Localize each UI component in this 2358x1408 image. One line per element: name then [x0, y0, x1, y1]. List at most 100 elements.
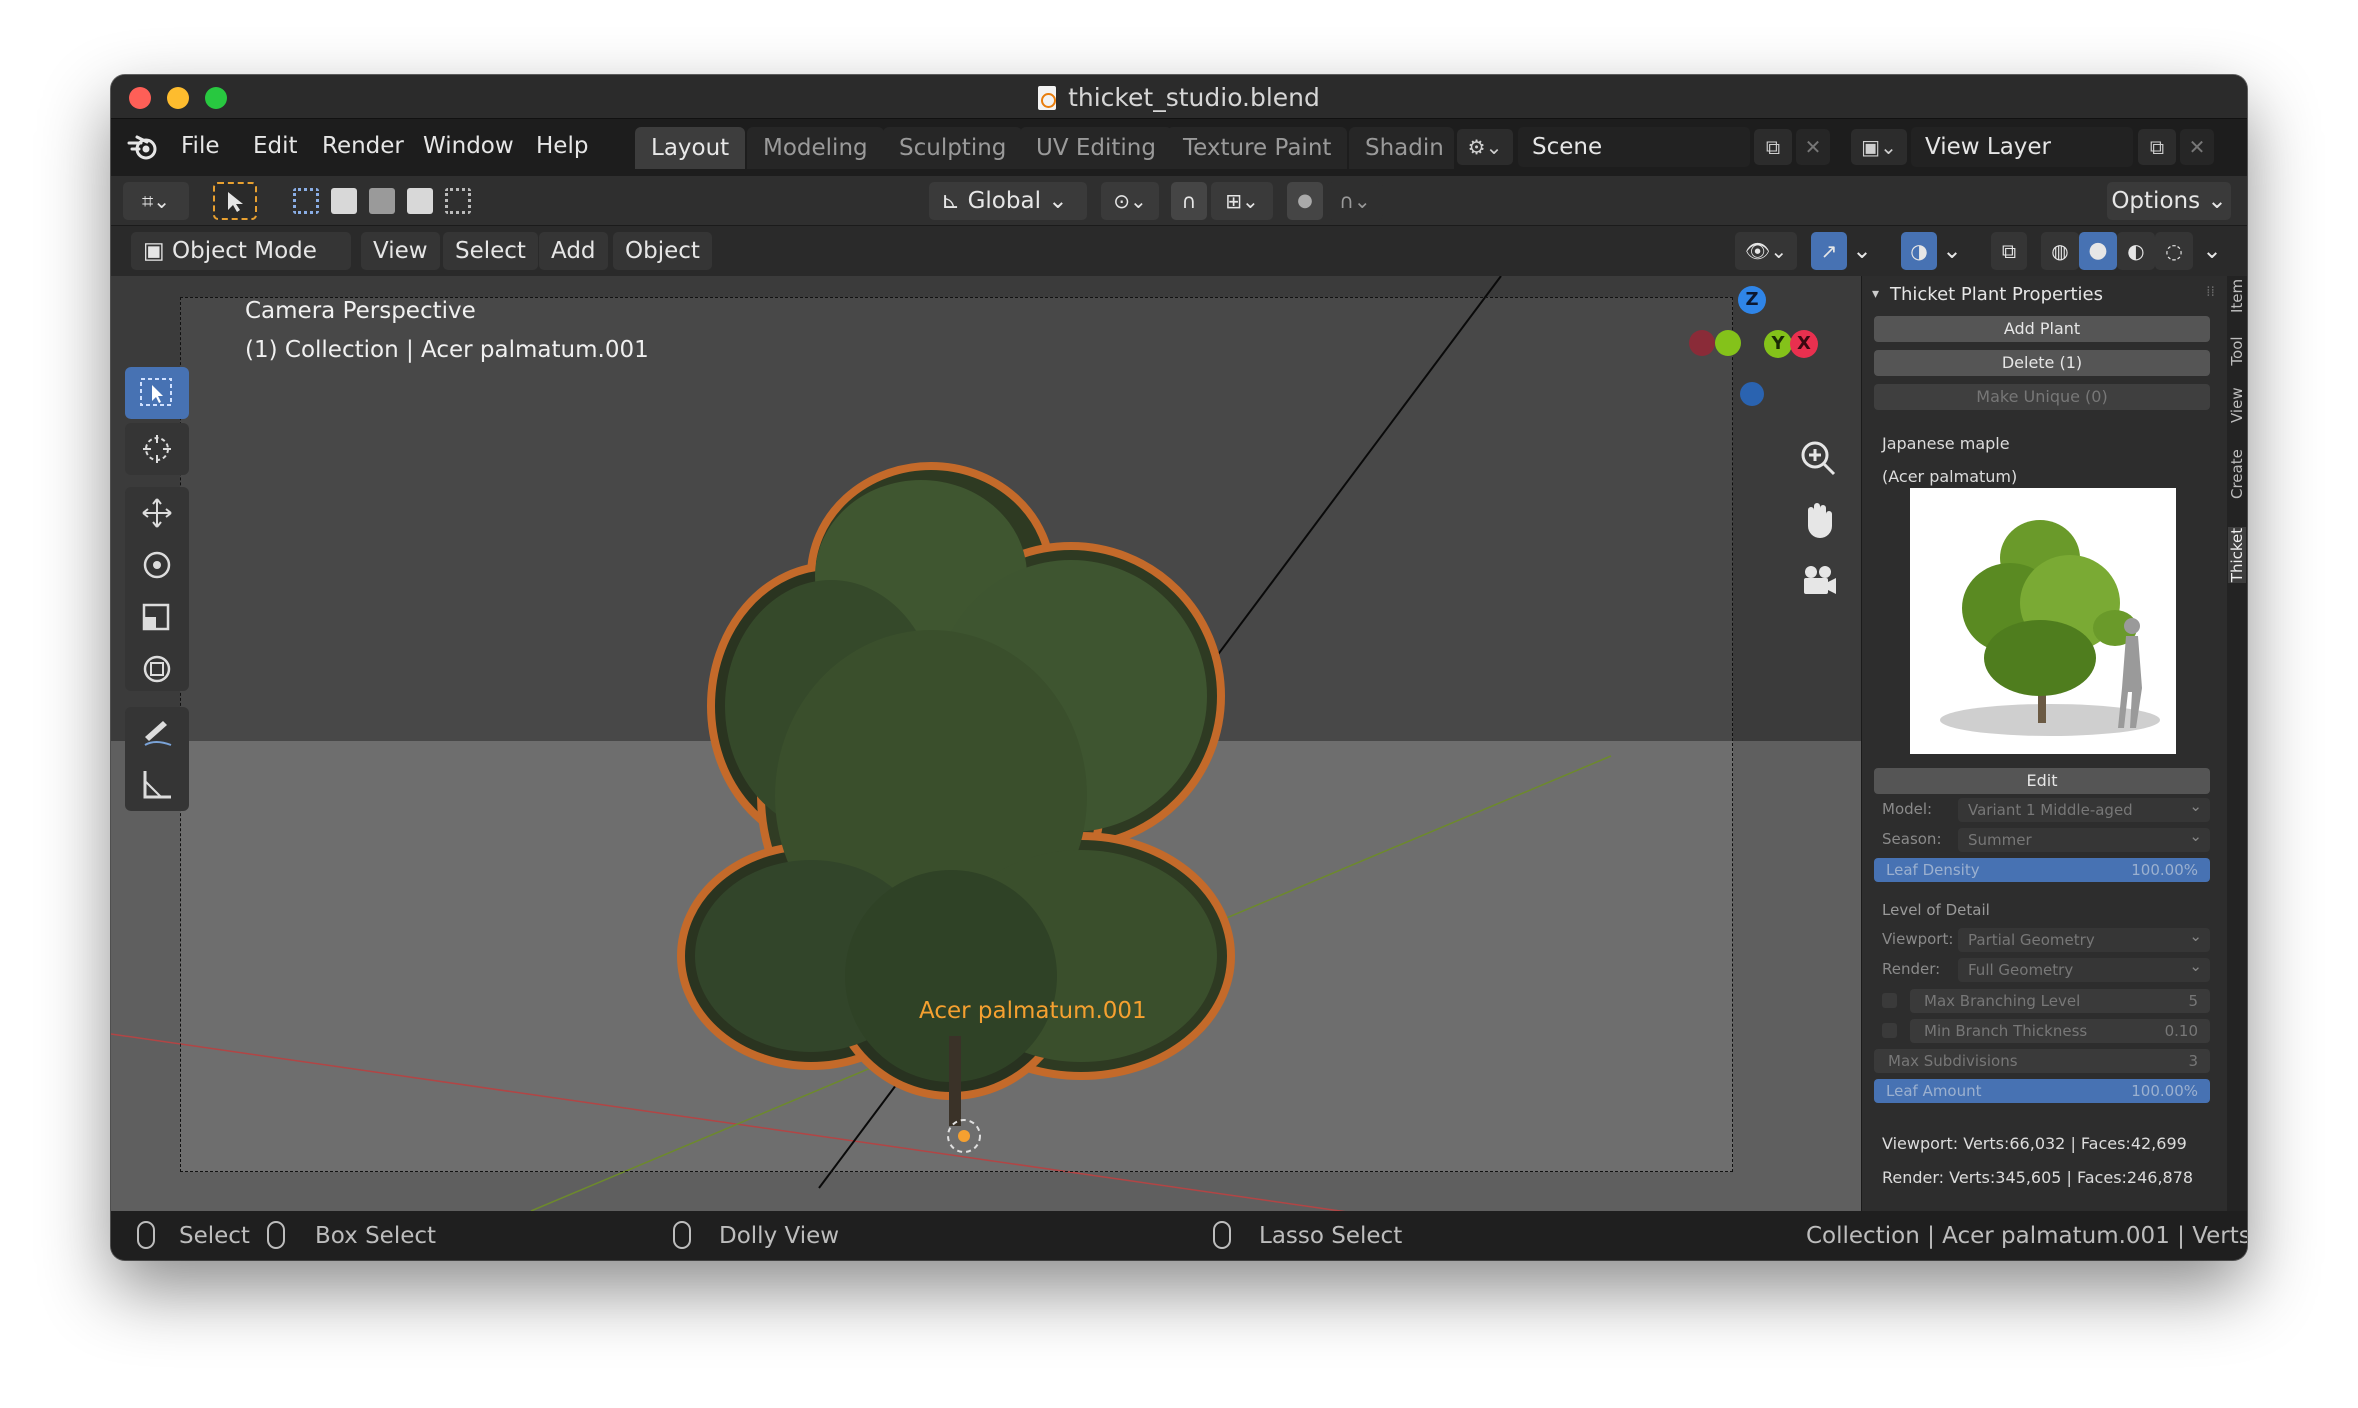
menu-render[interactable]: Render [322, 133, 404, 159]
lod-render-dropdown[interactable]: Full Geometry [1958, 954, 2210, 982]
select-cursor-icon [140, 378, 172, 406]
model-dropdown[interactable]: Variant 1 Middle-aged [1958, 794, 2210, 822]
view-layer-browse-button[interactable]: ▣⌄ [1851, 129, 1907, 165]
tab-modeling[interactable]: Modeling [747, 127, 884, 169]
3d-viewport[interactable]: Camera Perspective (1) Collection | Acer… [111, 276, 1861, 1211]
shading-rendered-button[interactable]: ◌ [2155, 232, 2193, 270]
tab-layout[interactable]: Layout [635, 127, 746, 169]
sidebar-panel: ▾ Thicket Plant Properties ⁞⁞ Add Plant … [1861, 276, 2227, 1211]
tab-shading[interactable]: Shadin [1349, 127, 1454, 169]
zoom-icon[interactable] [1796, 436, 1840, 480]
pivot-point-dropdown[interactable]: ⊙⌄ [1101, 182, 1159, 220]
transform-orientation-dropdown[interactable]: ⊾ Global ⌄ [929, 182, 1087, 220]
gizmo-neg-z-axis[interactable] [1740, 382, 1764, 406]
gizmo-toggle[interactable]: ↗ [1811, 232, 1847, 270]
gizmo-z-axis[interactable]: Z [1738, 286, 1766, 314]
viewport-stats: Viewport: Verts:66,032 | Faces:42,699 [1882, 1134, 2187, 1153]
select-invert-icon[interactable] [407, 188, 433, 214]
snap-target-dropdown[interactable]: ⊞⌄ [1211, 182, 1273, 220]
snap-toggle[interactable]: ∩ [1171, 182, 1207, 220]
blender-logo-icon[interactable] [127, 133, 159, 161]
select-box-tool[interactable] [125, 367, 189, 419]
min-branch-field[interactable]: Min Branch Thickness 0.10 [1910, 1019, 2210, 1043]
sidebar-tab-thicket[interactable]: Thicket [2228, 527, 2246, 583]
proportional-edit-toggle[interactable]: ● [1287, 182, 1323, 220]
shading-dropdown[interactable]: ⌄ [2195, 232, 2229, 270]
lod-render-label: Render: [1882, 960, 1941, 978]
camera-view-icon[interactable] [1796, 560, 1840, 604]
select-subtract-icon[interactable] [369, 188, 395, 214]
max-branching-field[interactable]: Max Branching Level 5 [1910, 989, 2210, 1013]
edit-plant-button[interactable]: Edit [1874, 768, 2210, 794]
annotate-tool[interactable] [125, 707, 189, 759]
max-subdivisions-field[interactable]: Max Subdivisions 3 [1874, 1049, 2210, 1073]
transform-tool[interactable] [125, 643, 189, 695]
options-dropdown[interactable]: Options ⌄ [2107, 182, 2231, 220]
new-view-layer-button[interactable]: ⧉ [2138, 129, 2176, 165]
sidebar-tab-item[interactable]: Item [2228, 279, 2246, 313]
status-box-select: Box Select [315, 1223, 437, 1249]
gizmo-neg-x-axis[interactable] [1689, 330, 1715, 356]
add-plant-button[interactable]: Add Plant [1874, 316, 2210, 342]
sidebar-tab-view[interactable]: View [2228, 387, 2246, 423]
shading-solid-button[interactable]: ● [2079, 232, 2117, 270]
viewport-menu-object[interactable]: Object [613, 232, 712, 270]
menu-edit[interactable]: Edit [253, 133, 298, 159]
view-layer-name-field[interactable]: View Layer [1911, 127, 2133, 167]
menu-help[interactable]: Help [536, 133, 588, 159]
active-tool-button[interactable] [213, 182, 257, 220]
select-intersect-icon[interactable] [445, 188, 471, 214]
scene-name-field[interactable]: Scene [1518, 127, 1750, 167]
move-tool[interactable] [125, 487, 189, 539]
drag-handle-icon[interactable]: ⁞⁞ [2206, 284, 2215, 300]
select-new-icon[interactable] [293, 188, 319, 214]
sidebar-tab-create[interactable]: Create [2228, 449, 2246, 499]
pivot-icon: ⊙⌄ [1113, 189, 1147, 213]
delete-plant-button[interactable]: Delete (1) [1874, 350, 2210, 376]
leaf-amount-slider[interactable]: Leaf Amount 100.00% [1874, 1079, 2210, 1103]
scale-tool[interactable] [125, 591, 189, 643]
viewport-menu-add[interactable]: Add [539, 232, 608, 270]
season-dropdown[interactable]: Summer [1958, 824, 2210, 852]
min-branch-checkbox[interactable] [1882, 1023, 1897, 1038]
shading-wireframe-button[interactable]: ◍ [2041, 232, 2079, 270]
overlays-toggle[interactable]: ◑ [1901, 232, 1937, 270]
select-extend-icon[interactable] [331, 188, 357, 214]
collapse-panel-icon[interactable]: ▾ [1872, 286, 1879, 302]
xray-toggle[interactable]: ⧉ [1991, 232, 2027, 270]
make-unique-button[interactable]: Make Unique (0) [1874, 384, 2210, 410]
new-scene-button[interactable]: ⧉ [1754, 129, 1792, 165]
magnet-icon: ∩ [1181, 189, 1197, 213]
viewport-menu-select[interactable]: Select [443, 232, 538, 270]
scene-browse-button[interactable]: ⚙⌄ [1457, 129, 1513, 165]
delete-scene-button[interactable]: ✕ [1796, 129, 1830, 165]
tab-sculpting[interactable]: Sculpting [883, 127, 1023, 169]
visibility-dropdown[interactable]: 👁⌄ [1735, 232, 1797, 270]
sidebar-tab-tool[interactable]: Tool [2228, 335, 2246, 367]
menu-file[interactable]: File [181, 133, 220, 159]
lod-viewport-dropdown[interactable]: Partial Geometry [1958, 924, 2210, 952]
leaf-density-slider[interactable]: Leaf Density 100.00% [1874, 858, 2210, 882]
pan-hand-icon[interactable] [1796, 498, 1840, 542]
delete-view-layer-button[interactable]: ✕ [2180, 129, 2214, 165]
gizmo-neg-y-axis[interactable] [1715, 330, 1741, 356]
shading-material-button[interactable]: ◐ [2117, 232, 2155, 270]
editor-type-button[interactable]: ⌗⌄ [123, 182, 189, 220]
menu-window[interactable]: Window [423, 133, 514, 159]
max-branching-checkbox[interactable] [1882, 993, 1897, 1008]
measure-tool[interactable] [125, 759, 189, 811]
chevron-down-icon: ⌄ [1942, 238, 1962, 264]
viewport-menu-view[interactable]: View [361, 232, 440, 270]
gizmo-x-axis[interactable]: X [1790, 330, 1818, 358]
cursor-tool[interactable] [125, 423, 189, 475]
object-mode-dropdown[interactable]: ▣ Object Mode ⌄ [131, 232, 351, 302]
gizmo-dropdown[interactable]: ⌄ [1849, 232, 1875, 270]
proportional-falloff-dropdown[interactable]: ∩⌄ [1327, 182, 1383, 220]
mouse-left-icon [137, 1221, 155, 1249]
tab-uv-editing[interactable]: UV Editing [1020, 127, 1172, 169]
viewport-overlay-collection: (1) Collection | Acer palmatum.001 [245, 337, 649, 363]
gizmo-y-axis[interactable]: Y [1764, 330, 1792, 358]
tab-texture-paint[interactable]: Texture Paint [1167, 127, 1348, 169]
overlays-dropdown[interactable]: ⌄ [1939, 232, 1965, 270]
rotate-tool[interactable] [125, 539, 189, 591]
